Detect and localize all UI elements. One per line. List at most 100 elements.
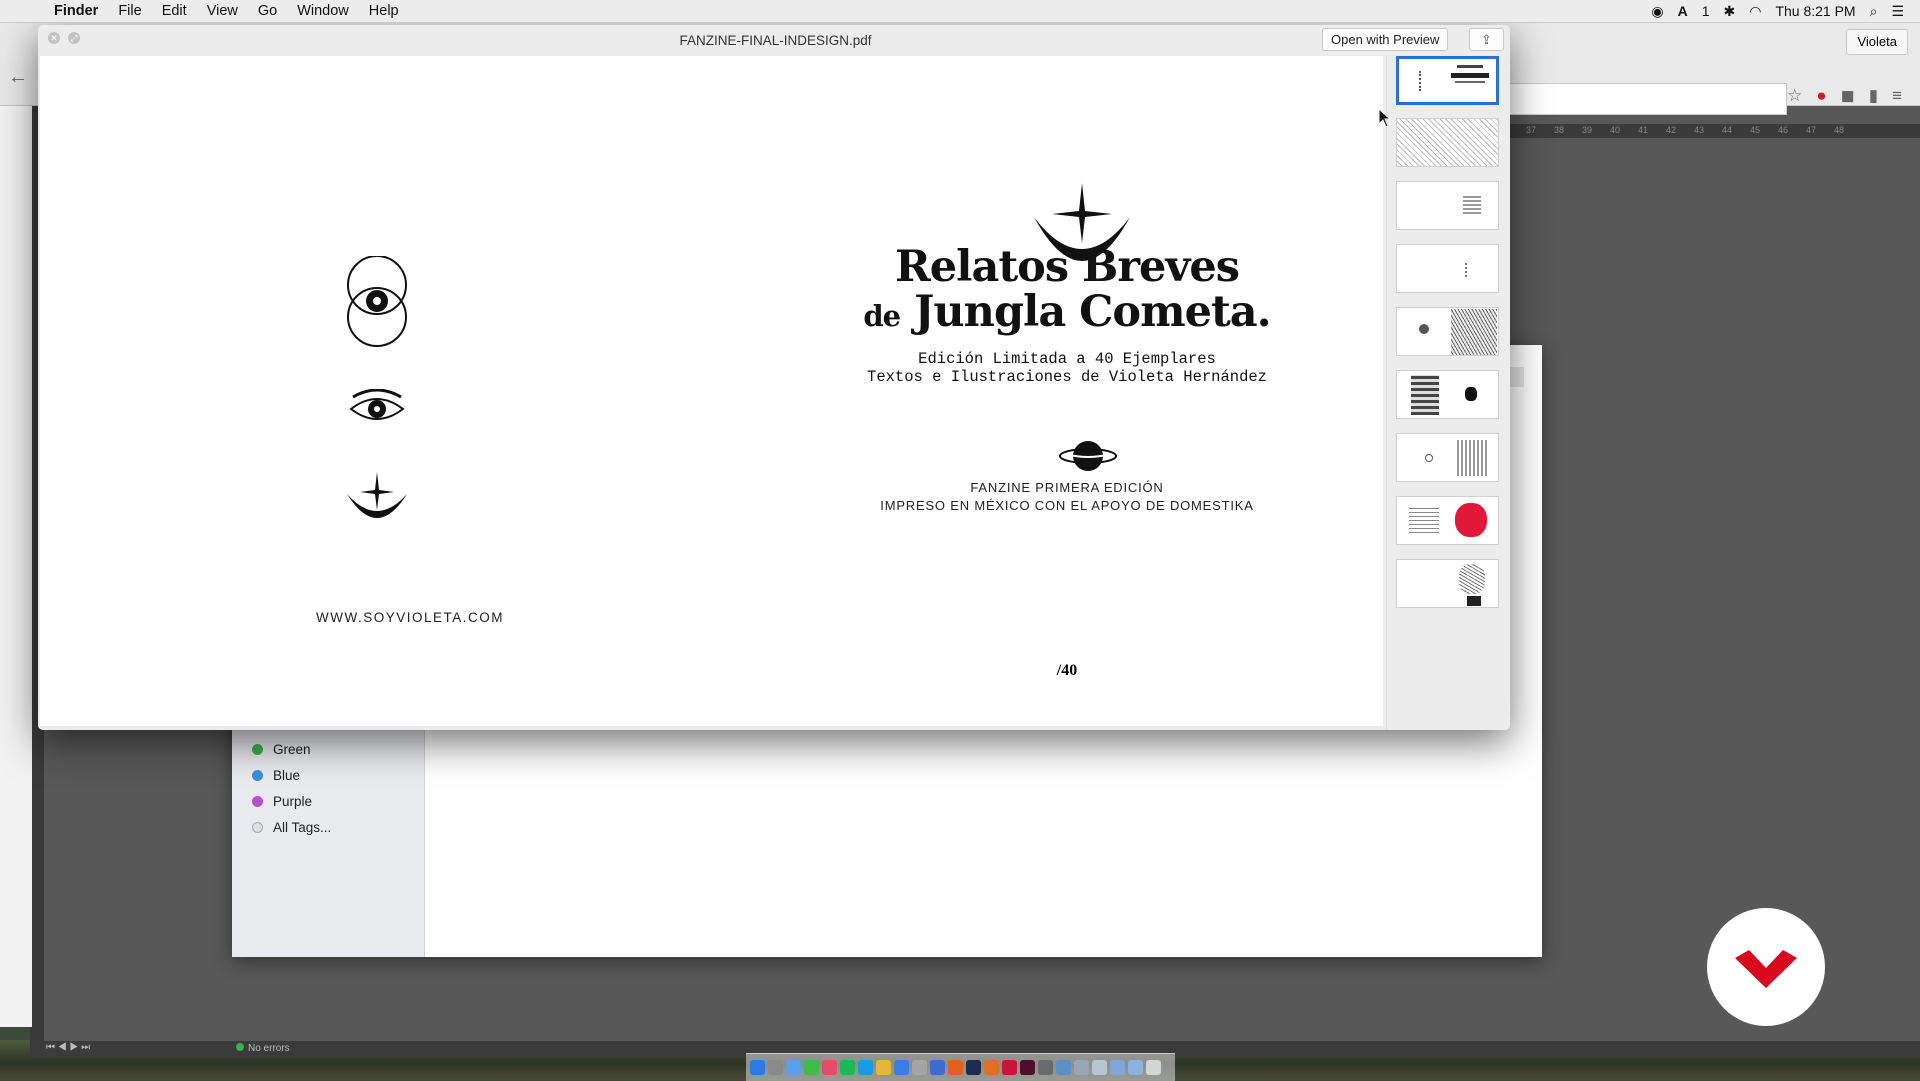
firefox-dock-icon[interactable]: [948, 1060, 963, 1075]
page-thumbnail[interactable]: [1396, 118, 1499, 167]
itunes-dock-icon[interactable]: [822, 1060, 837, 1075]
page-nav-icon[interactable]: ⏮ ◀ ▶ ⏭: [46, 1042, 90, 1053]
profile-button[interactable]: Violeta: [1846, 29, 1908, 55]
menu-help[interactable]: Help: [369, 3, 399, 19]
pdf-page: WWW.SOYVIOLETA.COM Relatos Breves de Jun…: [40, 56, 1383, 726]
ruler-tick: 44: [1722, 125, 1733, 135]
menu-view[interactable]: View: [207, 3, 238, 19]
menu-bar: Finder File Edit View Go Window Help ◉ A…: [0, 0, 1920, 23]
edition-line-1: FANZINE PRIMERA EDICIÓN: [970, 480, 1164, 495]
ruler-tick: 47: [1806, 125, 1817, 135]
all-tags-icon: [252, 822, 263, 833]
adobe-icon[interactable]: A: [1678, 3, 1688, 19]
page-thumbnail[interactable]: [1396, 370, 1499, 419]
title-line-2: de Jungla Cometa.: [800, 287, 1334, 337]
image-capture-dock-icon[interactable]: [1092, 1060, 1107, 1075]
spotify-dock-icon[interactable]: [840, 1060, 855, 1075]
indesign-dock-icon[interactable]: [1020, 1060, 1035, 1075]
utility-dock-icon[interactable]: [1056, 1060, 1071, 1075]
green-dot-icon: [252, 744, 263, 755]
page-thumbnail[interactable]: [1396, 181, 1499, 230]
system-preferences-dock-icon[interactable]: [1038, 1060, 1053, 1075]
record-icon[interactable]: ◉: [1651, 3, 1663, 20]
page-thumbnail[interactable]: [1396, 244, 1499, 293]
back-arrow-icon[interactable]: ←: [8, 66, 28, 89]
logo-mark-icon: [1735, 950, 1797, 988]
menu-file[interactable]: File: [118, 3, 141, 19]
menu-icon[interactable]: ≡: [1892, 86, 1902, 106]
mail-dock-icon[interactable]: [786, 1060, 801, 1075]
tag-label: Blue: [273, 768, 301, 783]
ruler-tick: 40: [1610, 125, 1621, 135]
page-thumbnail[interactable]: [1396, 496, 1499, 545]
app-store-dock-icon[interactable]: [894, 1060, 909, 1075]
page-thumbnail[interactable]: [1396, 56, 1499, 105]
pocket-icon[interactable]: ◼: [1841, 86, 1855, 106]
ruler-tick: 45: [1750, 125, 1761, 135]
dock: [746, 1053, 1175, 1081]
launchpad-dock-icon[interactable]: [768, 1060, 783, 1075]
ruler-tick: 42: [1666, 125, 1677, 135]
extension-icons: ☆ ● ◼ ▮ ≡: [1787, 86, 1902, 106]
subtitle-line-2: Textos e Ilustraciones de Violeta Hernán…: [867, 368, 1267, 386]
skype-dock-icon[interactable]: [858, 1060, 873, 1075]
domestika-logo: [1707, 908, 1825, 1026]
safari-dock-icon[interactable]: [930, 1060, 945, 1075]
title-main: Jungla Cometa.: [914, 287, 1272, 337]
clock[interactable]: Thu 8:21 PM: [1775, 3, 1855, 19]
tag-label: Purple: [273, 794, 313, 809]
purple-dot-icon: [252, 796, 263, 807]
screenshot-dock-icon[interactable]: [1074, 1060, 1089, 1075]
ruler-tick: 38: [1554, 125, 1565, 135]
bookmark-star-icon[interactable]: ☆: [1787, 86, 1802, 106]
pinterest-icon[interactable]: ●: [1816, 86, 1826, 106]
menu-go[interactable]: Go: [258, 3, 277, 19]
menu-edit[interactable]: Edit: [162, 3, 187, 19]
website-text: WWW.SOYVIOLETA.COM: [315, 610, 504, 625]
edition-line-2: IMPRESO EN MÉXICO CON EL APOYO DE DOMEST…: [880, 498, 1254, 513]
illustrator-dock-icon[interactable]: [984, 1060, 999, 1075]
extension-icon[interactable]: ▮: [1869, 86, 1878, 106]
tag-purple[interactable]: Purple: [252, 794, 312, 809]
notification-center-icon[interactable]: ☰: [1891, 3, 1904, 20]
bluetooth-icon[interactable]: ✱: [1723, 3, 1735, 20]
star-moon-icon: [347, 472, 407, 518]
documents-folder-dock-icon[interactable]: [1128, 1060, 1143, 1075]
ruler-tick: 48: [1834, 125, 1845, 135]
tag-label: All Tags...: [273, 820, 332, 835]
ruler-tick: 46: [1778, 125, 1789, 135]
quicklook-titlebar: ✕ ⤢ FANZINE-FINAL-INDESIGN.pdf Open with…: [38, 25, 1510, 56]
finder-dock-icon[interactable]: [750, 1060, 765, 1075]
address-bar[interactable]: [1500, 83, 1787, 115]
eye-icon: [349, 389, 405, 420]
spotlight-search-icon[interactable]: ⌕: [1870, 3, 1878, 20]
acrobat-dock-icon[interactable]: [1002, 1060, 1017, 1075]
title-prefix: de: [863, 299, 901, 333]
title-line-1: Relatos Breves: [895, 242, 1240, 292]
preview-dock-icon[interactable]: [912, 1060, 927, 1075]
open-with-preview-button[interactable]: Open with Preview: [1322, 28, 1449, 51]
quicklook-window: ✕ ⤢ FANZINE-FINAL-INDESIGN.pdf Open with…: [38, 25, 1510, 730]
photoshop-dock-icon[interactable]: [966, 1060, 981, 1075]
side-panel-strip: [0, 105, 32, 1027]
tag-blue[interactable]: Blue: [252, 768, 300, 783]
menu-app-name[interactable]: Finder: [54, 3, 98, 19]
chrome-dock-icon[interactable]: [876, 1060, 891, 1075]
mouse-cursor-icon: [1378, 108, 1392, 128]
tag-green[interactable]: Green: [252, 742, 311, 757]
messages-dock-icon[interactable]: [804, 1060, 819, 1075]
wifi-icon[interactable]: ◠: [1749, 3, 1761, 20]
share-icon[interactable]: ⇪: [1469, 28, 1504, 51]
trash-dock-icon[interactable]: [1146, 1060, 1161, 1075]
page-thumbnail[interactable]: [1396, 307, 1499, 356]
status-menus: ◉ A 1 ✱ ◠ Thu 8:21 PM ⌕ ☰: [1651, 0, 1904, 22]
tag-all[interactable]: All Tags...: [252, 820, 331, 835]
page-thumbnail[interactable]: [1396, 559, 1499, 608]
preflight-status[interactable]: No errors: [236, 1043, 290, 1054]
status-count: 1: [1701, 3, 1710, 19]
downloads-folder-dock-icon[interactable]: [1110, 1060, 1125, 1075]
ruler-tick: 41: [1638, 125, 1649, 135]
menu-window[interactable]: Window: [297, 3, 349, 19]
eye-circles-icon: [347, 256, 407, 347]
page-thumbnail[interactable]: [1396, 433, 1499, 482]
